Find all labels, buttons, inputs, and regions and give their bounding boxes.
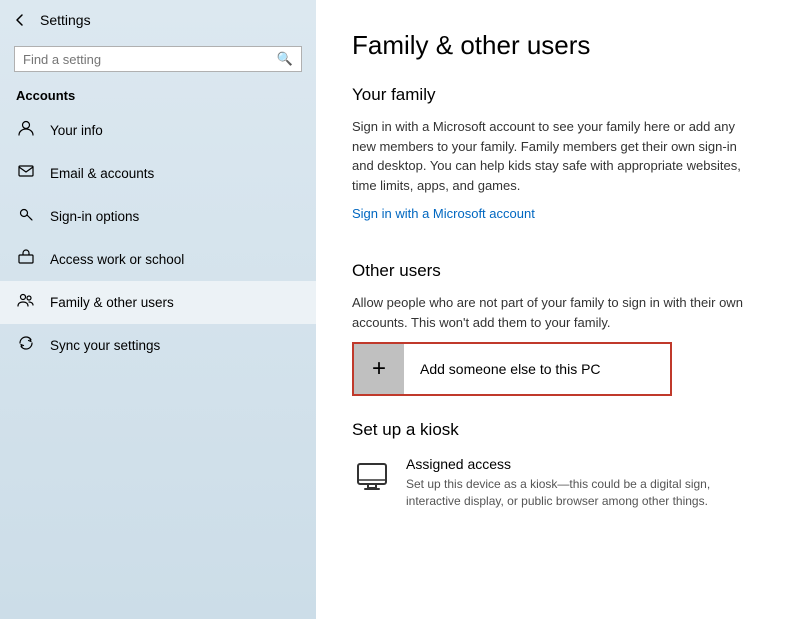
assigned-access-title: Assigned access <box>406 456 756 472</box>
add-user-label: Add someone else to this PC <box>404 361 617 377</box>
your-family-section: Your family Sign in with a Microsoft acc… <box>352 85 756 245</box>
family-icon <box>16 291 36 314</box>
sidebar-item-access-label: Access work or school <box>50 252 184 267</box>
main-content: Family & other users Your family Sign in… <box>316 0 792 619</box>
other-users-description: Allow people who are not part of your fa… <box>352 293 756 332</box>
sidebar-item-your-info[interactable]: Your info <box>0 109 316 152</box>
add-user-button[interactable]: + Add someone else to this PC <box>352 342 672 396</box>
sidebar-item-email-label: Email & accounts <box>50 166 154 181</box>
sidebar-header: Settings <box>0 0 316 40</box>
other-users-section: Other users Allow people who are not par… <box>352 261 756 396</box>
plus-icon: + <box>372 355 386 383</box>
kiosk-icon <box>352 458 392 498</box>
assigned-access-text: Assigned access Set up this device as a … <box>406 456 756 510</box>
search-box[interactable]: 🔍 <box>14 46 302 72</box>
other-users-heading: Other users <box>352 261 756 281</box>
briefcase-icon <box>16 248 36 271</box>
sidebar-item-family-users[interactable]: Family & other users <box>0 281 316 324</box>
sidebar-item-your-info-label: Your info <box>50 123 103 138</box>
sidebar-item-email-accounts[interactable]: Email & accounts <box>0 152 316 195</box>
key-icon <box>16 205 36 228</box>
search-icon: 🔍 <box>277 51 293 67</box>
search-box-container: 🔍 <box>0 40 316 78</box>
kiosk-heading: Set up a kiosk <box>352 420 756 440</box>
sidebar-item-sign-in-options[interactable]: Sign-in options <box>0 195 316 238</box>
back-button[interactable] <box>8 8 32 32</box>
sync-icon <box>16 334 36 357</box>
sidebar-item-sync-settings[interactable]: Sync your settings <box>0 324 316 367</box>
sidebar-item-sync-label: Sync your settings <box>50 338 160 353</box>
sidebar: Settings 🔍 Accounts Your info Email & ac… <box>0 0 316 619</box>
your-family-heading: Your family <box>352 85 756 105</box>
person-icon <box>16 119 36 142</box>
sign-in-microsoft-link[interactable]: Sign in with a Microsoft account <box>352 206 535 221</box>
sidebar-title: Settings <box>40 12 91 28</box>
kiosk-section: Set up a kiosk Assigned access Set up th… <box>352 420 756 510</box>
your-family-description: Sign in with a Microsoft account to see … <box>352 117 756 195</box>
accounts-section-label: Accounts <box>0 78 316 109</box>
email-icon <box>16 162 36 185</box>
sidebar-item-signin-label: Sign-in options <box>50 209 139 224</box>
sidebar-item-family-label: Family & other users <box>50 295 174 310</box>
page-title: Family & other users <box>352 30 756 61</box>
assigned-access-description: Set up this device as a kiosk—this could… <box>406 476 756 510</box>
assigned-access-item: Assigned access Set up this device as a … <box>352 456 756 510</box>
search-input[interactable] <box>23 52 271 67</box>
sidebar-item-access-work-school[interactable]: Access work or school <box>0 238 316 281</box>
add-icon-box: + <box>354 344 404 394</box>
